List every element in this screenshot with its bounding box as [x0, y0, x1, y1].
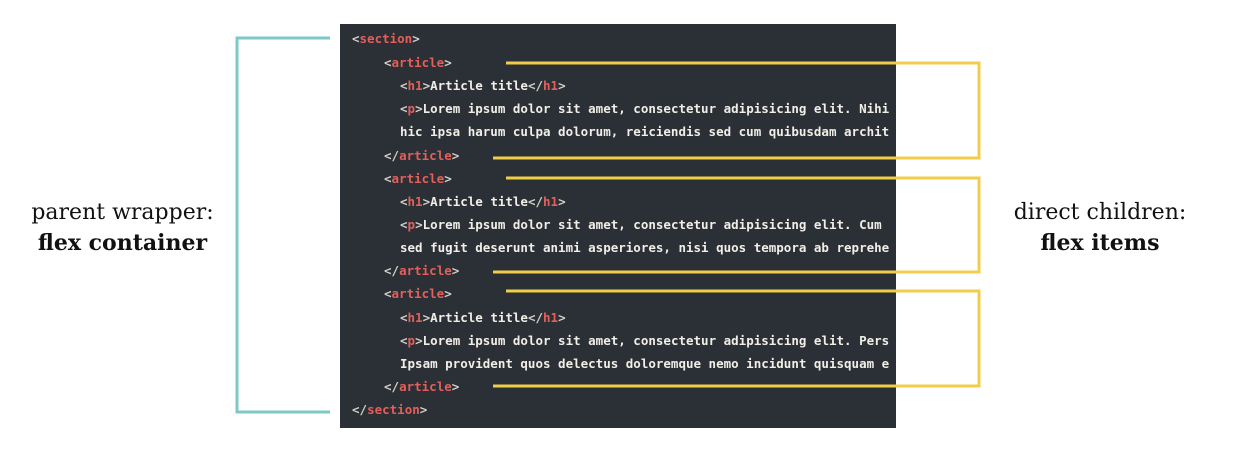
flex-container-bracket — [235, 36, 330, 414]
bracket-overlay — [235, 36, 981, 414]
flex-item-bracket-1 — [493, 61, 981, 160]
flex-item-bracket-3 — [493, 289, 981, 388]
flex-item-bracket-2 — [493, 176, 981, 274]
